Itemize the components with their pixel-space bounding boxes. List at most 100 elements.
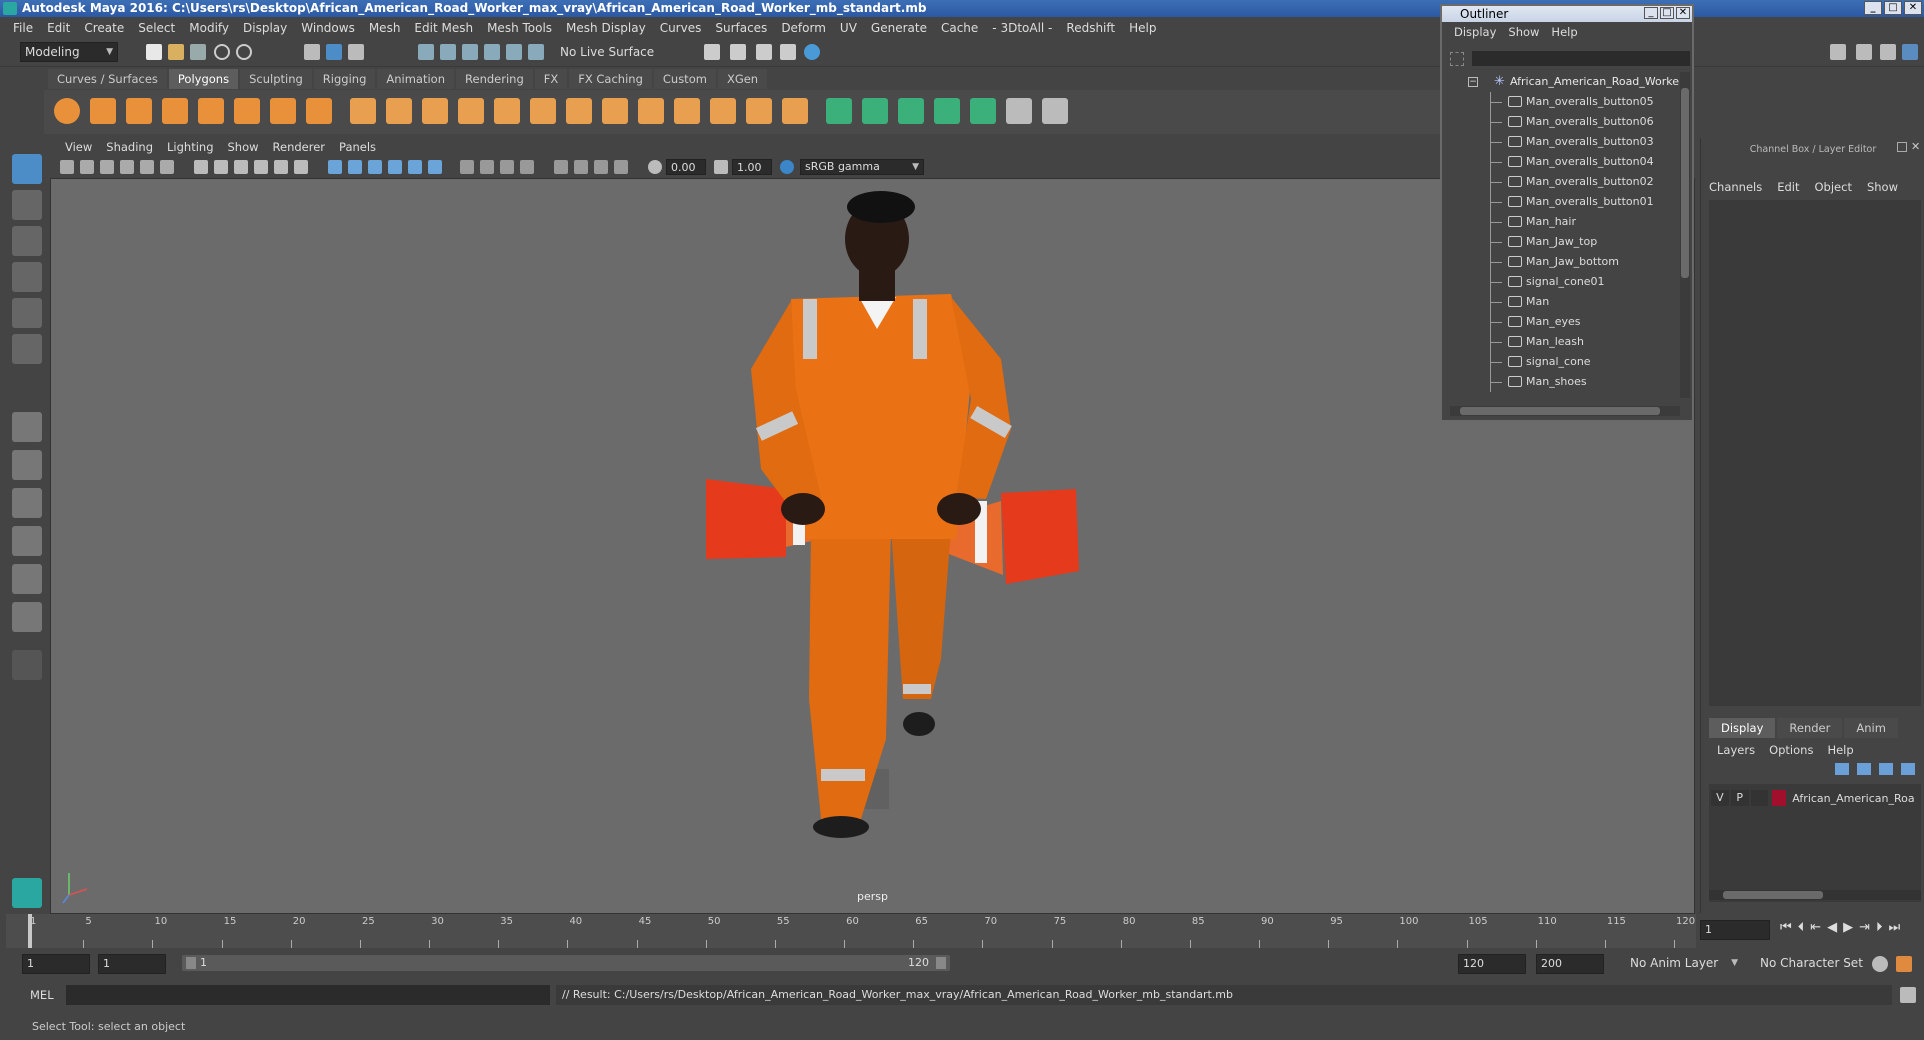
move-layer-down-icon[interactable] [1857,763,1871,775]
layout-options-icon[interactable] [12,650,42,680]
outliner-item[interactable]: Man_overalls_button04 [1446,152,1682,172]
select-object-icon[interactable] [326,44,342,60]
tab-anim-layers[interactable]: Anim [1844,718,1898,738]
field-chart-icon[interactable] [274,160,288,174]
tab-custom[interactable]: Custom [653,69,716,89]
insert-edge-loop-icon[interactable] [710,98,736,124]
move-layer-up-icon[interactable] [1835,763,1849,775]
outliner-item[interactable]: Man [1446,292,1682,312]
mirror-icon[interactable] [530,98,556,124]
tab-fx-caching[interactable]: FX Caching [569,69,652,89]
fill-hole-icon[interactable] [782,98,808,124]
scrollbar-thumb[interactable] [1723,891,1823,899]
multi-cut-icon[interactable] [566,98,592,124]
maximize-button[interactable]: □ [1884,1,1902,15]
render-frame-icon[interactable] [704,44,720,60]
resolution-gate-icon[interactable] [234,160,248,174]
range-start-handle[interactable] [186,957,196,969]
append-polygon-icon[interactable] [746,98,772,124]
lasso-tool-icon[interactable] [12,190,42,220]
tab-rendering[interactable]: Rendering [456,69,533,89]
viewport-menu-renderer[interactable]: Renderer [266,140,333,154]
layer-display-type-toggle[interactable] [1750,790,1769,806]
color-management-icon[interactable] [780,160,794,174]
snap-curve-icon[interactable] [440,44,456,60]
step-forward-frame-icon[interactable]: ⏵ [1876,920,1883,935]
tool-settings-icon[interactable] [1880,44,1896,60]
two-stacked-layout-icon[interactable] [12,526,42,556]
step-forward-key-icon[interactable]: ⇥ [1859,920,1870,935]
outliner-item[interactable]: Man_Jaw_top [1446,232,1682,252]
tab-animation[interactable]: Animation [377,69,455,89]
outliner-item[interactable]: signal_cone [1446,352,1682,372]
menu-cache[interactable]: Cache [934,21,985,35]
bridge-icon[interactable] [638,98,664,124]
playback-end-field[interactable]: 120 [1458,954,1526,974]
select-camera-icon[interactable] [60,160,74,174]
viewport-menu-lighting[interactable]: Lighting [160,140,220,154]
new-scene-icon[interactable] [146,44,162,60]
range-slider[interactable]: 1 120 [182,955,950,971]
film-gate-icon[interactable] [214,160,228,174]
step-back-key-icon[interactable]: ⇤ [1810,920,1821,935]
play-forwards-icon[interactable]: ▶ [1843,920,1853,935]
outliner-item[interactable]: Man_overalls_button02 [1446,172,1682,192]
new-empty-layer-icon[interactable] [1879,763,1893,775]
layer-visibility-toggle[interactable]: V [1711,790,1729,806]
extract-icon[interactable] [422,98,448,124]
extrude-icon[interactable] [602,98,628,124]
ipr-render-icon[interactable] [730,44,746,60]
close-button[interactable]: ✕ [1904,1,1922,15]
outliner-item[interactable]: Man_overalls_button03 [1446,132,1682,152]
four-view-layout-icon[interactable] [12,450,42,480]
select-component-icon[interactable] [348,44,364,60]
close-panel-icon[interactable]: ✕ [1911,140,1920,153]
bookmark-icon[interactable] [100,160,114,174]
live-surface-field[interactable]: No Live Surface [556,43,660,63]
gate-mask-icon[interactable] [254,160,268,174]
channel-box-menu-object[interactable]: Object [1815,180,1861,194]
outliner-vertical-scrollbar[interactable] [1680,72,1690,398]
menu-redshift[interactable]: Redshift [1059,21,1122,35]
step-back-frame-icon[interactable]: ⏴ [1798,920,1805,935]
menu-create[interactable]: Create [77,21,131,35]
auto-key-icon[interactable] [1872,956,1888,972]
layer-menu-layers[interactable]: Layers [1717,743,1755,757]
tab-rigging[interactable]: Rigging [313,69,376,89]
rotate-tool-icon[interactable] [12,298,42,328]
outliner-menu-help[interactable]: Help [1545,25,1583,39]
booleans-icon[interactable] [494,98,520,124]
menu-mesh-display[interactable]: Mesh Display [559,21,653,35]
viewport-menu-shading[interactable]: Shading [99,140,160,154]
grease-pencil-icon[interactable] [160,160,174,174]
outliner-close-button[interactable]: ✕ [1676,7,1690,19]
menu-windows[interactable]: Windows [294,21,362,35]
layer-playback-toggle[interactable]: P [1730,790,1749,806]
road-worker-figure[interactable] [751,191,1012,838]
redo-icon[interactable] [236,44,252,60]
animation-preferences-icon[interactable] [1896,956,1912,972]
outliner-item[interactable]: Man_leash [1446,332,1682,352]
poly-cylinder-icon[interactable] [126,98,152,124]
poly-torus-icon[interactable] [234,98,260,124]
image-plane-icon[interactable] [120,160,134,174]
modeling-toolkit-icon[interactable] [1830,44,1846,60]
poly-cone-icon[interactable] [162,98,188,124]
tab-fx[interactable]: FX [534,69,568,89]
automatic-uv-icon[interactable] [934,98,960,124]
viewport-menu-panels[interactable]: Panels [332,140,383,154]
save-scene-icon[interactable] [190,44,206,60]
go-to-end-icon[interactable]: ⏭ [1889,920,1901,935]
sculpt-tool-icon[interactable] [1042,98,1068,124]
uv-editor-icon[interactable] [1006,98,1032,124]
viewport-menu-show[interactable]: Show [221,140,266,154]
script-editor-icon[interactable] [1900,987,1916,1003]
scale-tool-icon[interactable] [12,334,42,364]
channel-box-menu-channels[interactable]: Channels [1709,180,1771,194]
play-backwards-icon[interactable]: ◀ [1827,920,1837,935]
attribute-editor-icon[interactable] [1856,44,1872,60]
wireframe-icon[interactable] [328,160,342,174]
poly-plane-icon[interactable] [198,98,224,124]
scrollbar-thumb[interactable] [1681,88,1689,278]
channel-box-area[interactable] [1709,200,1921,706]
